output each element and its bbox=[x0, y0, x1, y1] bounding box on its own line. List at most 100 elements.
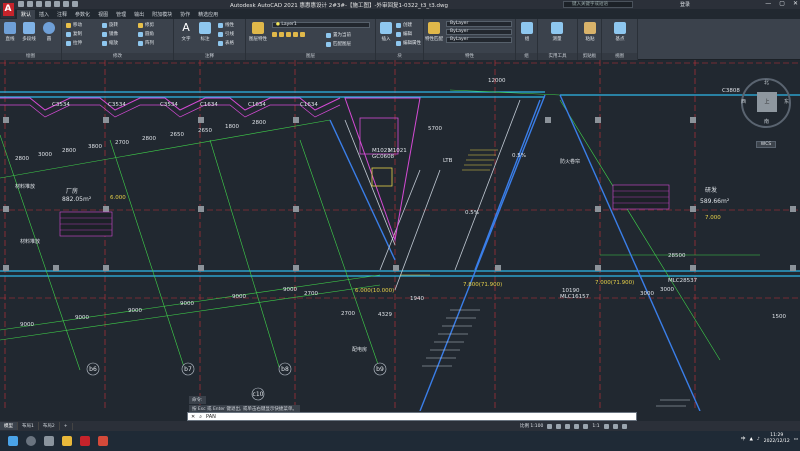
clipboard-group-label[interactable]: 剪贴板 bbox=[578, 53, 601, 60]
wcs-menu[interactable]: WCS bbox=[756, 141, 776, 148]
tab-parametric[interactable]: 参数化 bbox=[71, 10, 94, 19]
viewcube[interactable]: 上 北 南 西 东 bbox=[741, 78, 791, 128]
layer-properties-button[interactable]: 图层特性 bbox=[249, 22, 267, 42]
close-button[interactable]: ✕ bbox=[793, 0, 798, 7]
tab-collaborate[interactable]: 协作 bbox=[176, 10, 194, 19]
viewcube-top-face[interactable]: 上 bbox=[757, 92, 777, 112]
search-icon[interactable] bbox=[26, 436, 36, 446]
layer-tools-row[interactable] bbox=[272, 32, 305, 37]
quick-access-toolbar[interactable] bbox=[18, 1, 78, 7]
tab-output[interactable]: 输出 bbox=[130, 10, 148, 19]
tab-insert[interactable]: 插入 bbox=[35, 10, 53, 19]
network-icon[interactable]: ▲ bbox=[749, 437, 752, 442]
mirror-button[interactable]: 镜像 bbox=[102, 31, 118, 37]
tab-model[interactable]: 模型 bbox=[0, 422, 18, 430]
settings-icon[interactable] bbox=[603, 423, 609, 429]
print-icon[interactable] bbox=[54, 1, 60, 7]
annotation-group-label[interactable]: 注释 bbox=[174, 53, 245, 60]
undo-icon[interactable] bbox=[63, 1, 69, 7]
notification-icon[interactable]: ▭ bbox=[794, 437, 798, 442]
tab-manage[interactable]: 管理 bbox=[112, 10, 130, 19]
open-file-icon[interactable] bbox=[27, 1, 33, 7]
match-properties-button[interactable]: 特性匹配 bbox=[425, 22, 443, 42]
polar-icon[interactable] bbox=[574, 423, 580, 429]
minimize-button[interactable]: — bbox=[765, 0, 771, 7]
color-dropdown[interactable]: ByLayer bbox=[446, 21, 512, 27]
viewcube-west[interactable]: 西 bbox=[741, 98, 746, 105]
stretch-button[interactable]: 拉伸 bbox=[66, 40, 82, 46]
annotation-scale[interactable]: 比例 1:100 bbox=[520, 423, 543, 429]
help-search-input[interactable]: 键入关键字或短语 bbox=[563, 1, 633, 8]
close-command-icon[interactable]: ✕ bbox=[191, 414, 195, 420]
tab-view[interactable]: 视图 bbox=[94, 10, 112, 19]
leader-button[interactable]: 引线 bbox=[218, 31, 234, 37]
layer-dropdown[interactable]: ● Layer1 bbox=[272, 22, 370, 28]
scale-button[interactable]: 缩放 bbox=[102, 40, 118, 46]
tab-addins[interactable]: 附加模块 bbox=[148, 10, 176, 19]
snap-icon[interactable] bbox=[556, 423, 562, 429]
ortho-icon[interactable] bbox=[565, 423, 571, 429]
autocad-icon[interactable] bbox=[80, 436, 90, 446]
linetype-dropdown[interactable]: ByLayer bbox=[446, 29, 512, 35]
edit-block-button[interactable]: 编辑 bbox=[396, 31, 412, 37]
input-method[interactable]: 中 bbox=[741, 436, 746, 442]
viewcube-south[interactable]: 南 bbox=[764, 118, 769, 125]
measure-button[interactable]: 测量 bbox=[548, 22, 566, 42]
tab-annotate[interactable]: 注释 bbox=[53, 10, 71, 19]
add-layout-button[interactable]: + bbox=[60, 422, 73, 430]
move-button[interactable]: 移动 bbox=[66, 22, 82, 28]
fullscreen-icon[interactable] bbox=[612, 423, 618, 429]
lineweight-dropdown[interactable]: ByLayer bbox=[446, 37, 512, 43]
trim-button[interactable]: 修剪 bbox=[138, 22, 154, 28]
viewcube-east[interactable]: 东 bbox=[784, 98, 789, 105]
block-group-label[interactable]: 块 bbox=[376, 53, 423, 60]
table-button[interactable]: 表格 bbox=[218, 40, 234, 46]
text-button[interactable]: A 文字 bbox=[177, 22, 195, 43]
edit-attributes-button[interactable]: 编辑属性 bbox=[396, 40, 421, 46]
properties-group-label[interactable]: 特性 bbox=[424, 53, 515, 60]
grid-icon[interactable] bbox=[547, 423, 553, 429]
modify-group-label[interactable]: 修改 bbox=[62, 53, 173, 60]
command-line-input[interactable]: ✕ ⌕ PAN bbox=[187, 412, 637, 421]
view-group-label[interactable]: 视图 bbox=[602, 53, 637, 60]
insert-block-button[interactable]: 插入 bbox=[377, 22, 395, 42]
redo-icon[interactable] bbox=[72, 1, 78, 7]
login-button[interactable]: 登录 bbox=[680, 1, 690, 8]
taskview-icon[interactable] bbox=[44, 436, 54, 446]
tab-layout2[interactable]: 布局2 bbox=[39, 422, 60, 430]
drawing-canvas[interactable]: b6 b7 b8 b9 c10 C3534 C3534 C3534 C1634 … bbox=[0, 60, 800, 411]
dimension-button[interactable]: 标注 bbox=[196, 22, 214, 42]
clock[interactable]: 11:29 2022/12/12 bbox=[764, 433, 790, 445]
match-layer-button[interactable]: 匹配图层 bbox=[326, 41, 351, 47]
osnap-icon[interactable] bbox=[583, 423, 589, 429]
polyline-button[interactable]: 多段线 bbox=[20, 22, 38, 42]
tab-layout1[interactable]: 布局1 bbox=[18, 422, 39, 430]
menu-icon[interactable] bbox=[621, 423, 627, 429]
utilities-group-label[interactable]: 实用工具 bbox=[538, 53, 577, 60]
rotate-button[interactable]: 旋转 bbox=[102, 22, 118, 28]
group-group-label[interactable]: 组 bbox=[516, 53, 537, 60]
array-button[interactable]: 阵列 bbox=[138, 40, 154, 46]
save-as-icon[interactable] bbox=[45, 1, 51, 7]
zoom-ratio[interactable]: 1:1 bbox=[592, 424, 599, 429]
autocad-logo-button[interactable]: A bbox=[1, 0, 15, 18]
layers-group-label[interactable]: 图层 bbox=[246, 53, 375, 60]
copy-button[interactable]: 复制 bbox=[66, 31, 82, 37]
start-icon[interactable] bbox=[8, 436, 18, 446]
draw-group-label[interactable]: 绘图 bbox=[0, 53, 61, 60]
viewcube-north[interactable]: 北 bbox=[764, 79, 769, 86]
group-button[interactable]: 组 bbox=[518, 22, 536, 42]
create-block-button[interactable]: 创建 bbox=[396, 22, 412, 28]
line-button[interactable]: 直线 bbox=[1, 22, 19, 42]
fillet-button[interactable]: 圆角 bbox=[138, 31, 154, 37]
circle-button[interactable]: 圆 bbox=[40, 22, 58, 42]
set-current-button[interactable]: 置为当前 bbox=[326, 32, 351, 38]
paste-button[interactable]: 粘贴 bbox=[581, 22, 599, 42]
tab-default[interactable]: 默认 bbox=[17, 10, 36, 19]
wps-icon[interactable] bbox=[98, 436, 108, 446]
new-file-icon[interactable] bbox=[18, 1, 24, 7]
volume-icon[interactable]: ♪ bbox=[757, 437, 760, 442]
save-icon[interactable] bbox=[36, 1, 42, 7]
linear-dim-button[interactable]: 线性 bbox=[218, 22, 234, 28]
basepoint-button[interactable]: 基点 bbox=[611, 22, 629, 42]
